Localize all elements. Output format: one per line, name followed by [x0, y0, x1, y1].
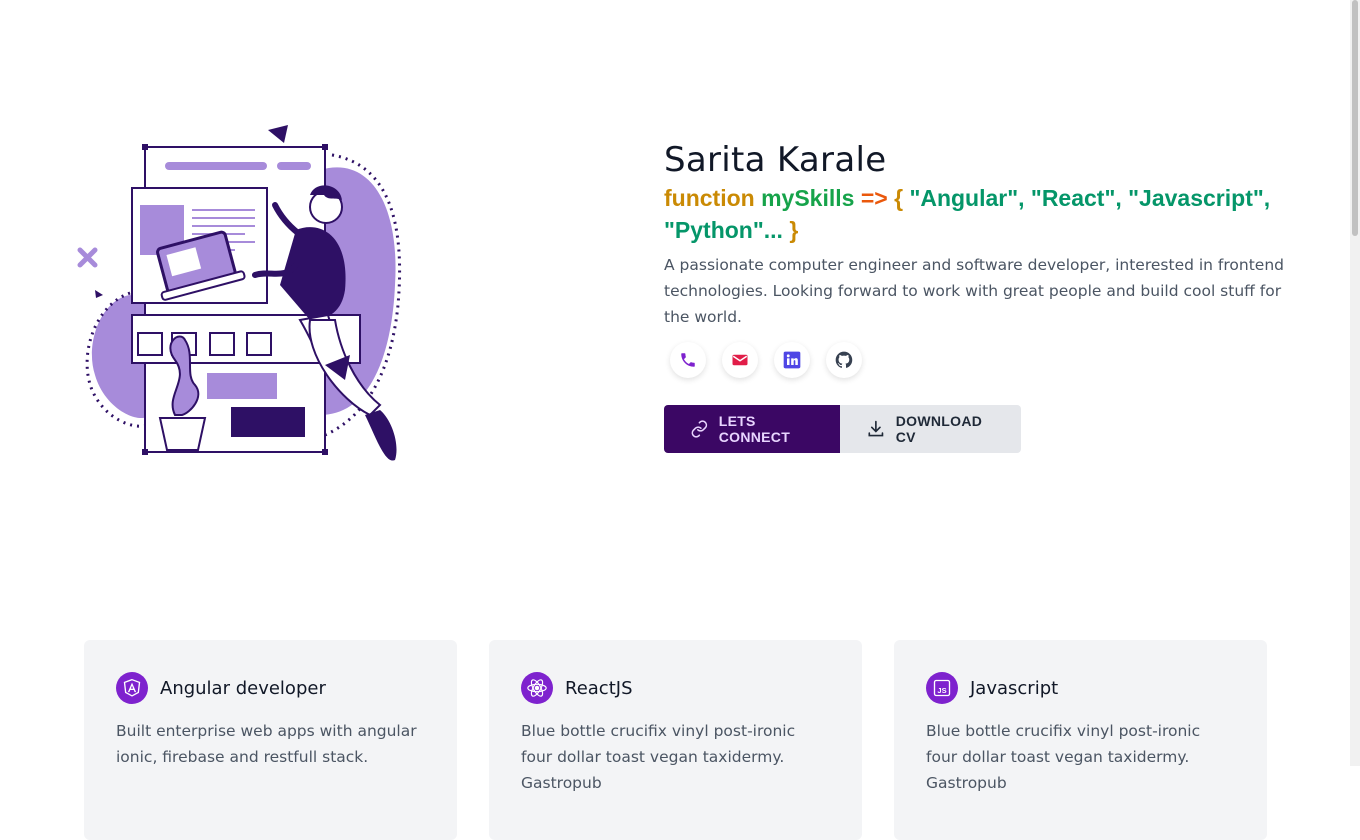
download-icon [868, 420, 884, 437]
scrollbar-thumb[interactable] [1352, 0, 1358, 236]
skills-arrow: => [860, 185, 888, 211]
page-scrollbar[interactable] [1350, 0, 1360, 766]
github-icon [835, 351, 853, 368]
skill-card-angular: Angular developer Built enterprise web a… [84, 640, 457, 840]
card-text: Blue bottle crucifix vinyl post-ironic f… [926, 722, 1201, 792]
skills-keyword: function [664, 185, 755, 211]
skill-card-react: ReactJS Blue bottle crucifix vinyl post-… [489, 640, 862, 840]
react-icon [521, 672, 553, 704]
svg-text:JS: JS [937, 686, 946, 695]
skill-cards: Angular developer Built enterprise web a… [84, 640, 1267, 840]
card-title: Javascript [970, 677, 1059, 699]
download-cv-button[interactable]: DOWNLOAD CV [840, 405, 1021, 453]
linkedin-link[interactable] [774, 342, 810, 378]
angular-icon [116, 672, 148, 704]
lets-connect-button[interactable]: LETS CONNECT [664, 405, 840, 453]
social-links [670, 342, 862, 378]
skill-card-javascript: JS Javascript Blue bottle crucifix vinyl… [894, 640, 1267, 840]
hero-name: Sarita Karale [664, 140, 887, 180]
download-cv-label: DOWNLOAD CV [895, 413, 983, 445]
skills-open-brace: { [894, 185, 904, 211]
github-link[interactable] [826, 342, 862, 378]
hero-actions: LETS CONNECT DOWNLOAD CV [664, 405, 1021, 453]
skills-fn-name: mySkills [761, 185, 855, 211]
skills-items: "Angular", "React", "Javascript", "Pytho… [664, 185, 1271, 243]
skills-close-brace: } [789, 217, 799, 243]
phone-link[interactable] [670, 342, 706, 378]
hero-illustration [70, 115, 410, 475]
link-icon [691, 420, 708, 438]
card-text: Blue bottle crucifix vinyl post-ironic f… [521, 722, 796, 792]
hero-description: A passionate computer engineer and softw… [664, 256, 1284, 326]
card-text: Built enterprise web apps with angular i… [116, 722, 417, 766]
skills-code: function mySkills => { "Angular", "React… [664, 182, 1304, 246]
card-title: ReactJS [565, 677, 633, 699]
lets-connect-label: LETS CONNECT [718, 413, 791, 445]
javascript-icon: JS [926, 672, 958, 704]
linkedin-icon [783, 351, 801, 369]
mail-link[interactable] [722, 342, 758, 378]
mail-icon [732, 354, 748, 366]
phone-icon [681, 353, 695, 367]
hero-text: Sarita Karale function mySkills => { "An… [664, 140, 1304, 330]
card-title: Angular developer [160, 677, 326, 699]
